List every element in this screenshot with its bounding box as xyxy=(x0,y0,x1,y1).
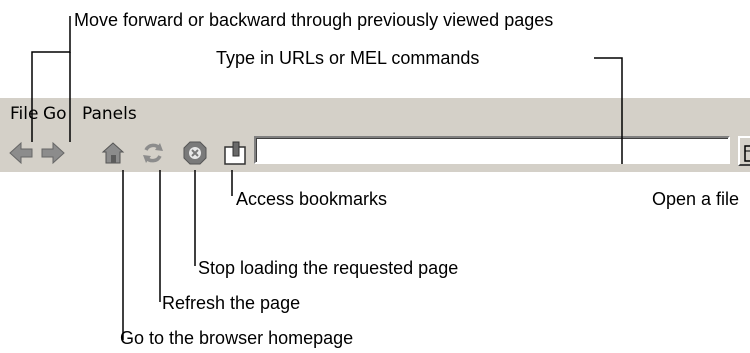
open-file-button[interactable] xyxy=(738,136,750,166)
home-icon xyxy=(101,142,125,164)
forward-button[interactable] xyxy=(40,140,66,166)
menu-panels[interactable]: Panels xyxy=(82,104,137,124)
callout-refresh: Refresh the page xyxy=(162,293,301,313)
menu-file[interactable]: File xyxy=(10,104,38,124)
bookmarks-button[interactable] xyxy=(222,140,248,166)
stop-icon xyxy=(183,141,207,165)
back-arrow-icon xyxy=(9,141,33,165)
folder-icon xyxy=(744,145,750,162)
refresh-button[interactable] xyxy=(140,140,166,166)
url-input[interactable] xyxy=(254,136,730,164)
callout-bookmarks: Access bookmarks xyxy=(236,189,388,209)
home-button[interactable] xyxy=(100,140,126,166)
callout-home: Go to the browser homepage xyxy=(120,328,354,348)
stop-button[interactable] xyxy=(182,140,208,166)
callout-url: Type in URLs or MEL commands xyxy=(216,48,480,68)
menu-go[interactable]: Go xyxy=(43,104,67,124)
forward-arrow-icon xyxy=(41,141,65,165)
refresh-icon xyxy=(143,143,163,163)
callout-navigate: Move forward or backward through previou… xyxy=(74,10,554,30)
back-button[interactable] xyxy=(8,140,34,166)
callout-open-file: Open a file xyxy=(652,189,740,209)
bookmarks-icon xyxy=(224,141,246,165)
callout-stop: Stop loading the requested page xyxy=(198,258,459,278)
